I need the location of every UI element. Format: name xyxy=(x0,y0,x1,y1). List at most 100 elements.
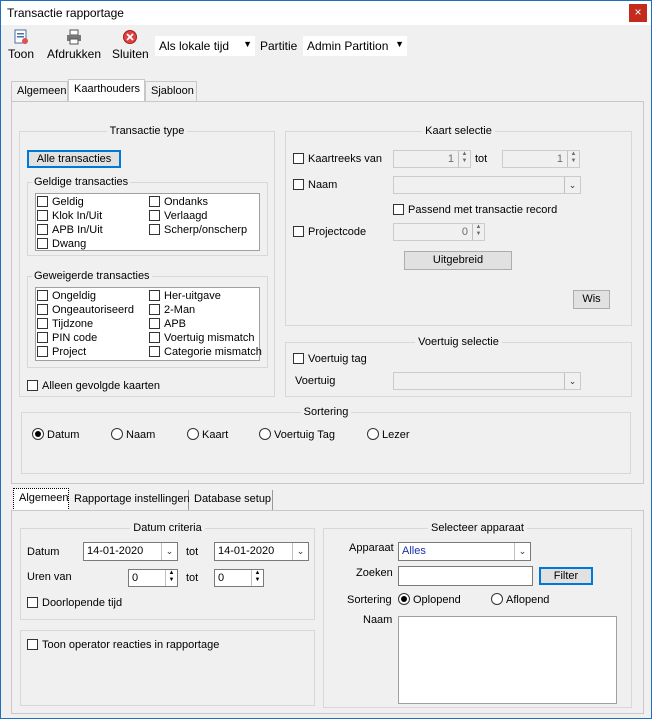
transactie-type-group: Transactie type Alle transacties Geldige… xyxy=(19,125,275,397)
zoeken-input[interactable] xyxy=(398,566,533,586)
cb-her-uitgave[interactable]: Her-uitgave xyxy=(149,290,221,302)
geweigerde-title: Geweigerde transacties xyxy=(32,270,152,282)
tab-sjabloon[interactable]: Sjabloon xyxy=(145,81,197,101)
apparaat-list[interactable] xyxy=(398,616,617,704)
cb-naam[interactable]: Naam xyxy=(293,179,337,191)
tab-algemeen-top[interactable]: Algemeen xyxy=(11,81,68,101)
title-bar: Transactie rapportage × xyxy=(1,1,651,25)
close-button[interactable]: × xyxy=(629,4,647,22)
filter-button[interactable]: Filter xyxy=(539,567,593,585)
kaart-selectie-title: Kaart selectie xyxy=(422,125,495,137)
voertuig-label: Voertuig xyxy=(295,375,336,387)
cb-klok[interactable]: Klok In/Uit xyxy=(37,210,102,222)
cb-categorie-mismatch[interactable]: Categorie mismatch xyxy=(149,346,262,358)
cb-project[interactable]: Project xyxy=(37,346,86,358)
apparaat-sortering-label: Sortering xyxy=(347,594,392,606)
close-icon: × xyxy=(634,5,642,19)
printer-icon xyxy=(67,29,82,45)
radio-naam[interactable]: Naam xyxy=(111,428,155,441)
voertuig-dropdown[interactable]: ⌄ xyxy=(393,372,581,390)
cb-verlaagd[interactable]: Verlaagd xyxy=(149,210,207,222)
sluiten-label: Sluiten xyxy=(112,47,149,61)
calendar-dropdown-icon: ⌄ xyxy=(292,543,308,560)
report-window: Transactie rapportage × Toon Afdrukken S… xyxy=(0,0,652,719)
wis-button[interactable]: Wis xyxy=(573,290,610,309)
cb-alleen-gevolgde[interactable]: Alleen gevolgde kaarten xyxy=(27,380,160,392)
projectcode-input[interactable]: 0 ▲ ▼ xyxy=(393,223,485,241)
tab-database-setup[interactable]: Database setup xyxy=(189,490,273,510)
tab-kaarthouders[interactable]: Kaarthouders xyxy=(68,79,145,102)
cb-ongeldig[interactable]: Ongeldig xyxy=(37,290,96,302)
selecteer-apparaat-group: Selecteer apparaat Apparaat Alles ⌄ Zoeke… xyxy=(323,522,632,708)
radio-aflopend[interactable]: Aflopend xyxy=(491,593,549,606)
apparaat-label: Apparaat xyxy=(349,542,394,554)
voertuig-selectie-title: Voertuig selectie xyxy=(415,336,502,348)
chevron-down-icon: ⌄ xyxy=(514,543,530,560)
geweigerde-list: Ongeldig Ongeautoriseerd Tijdzone PIN co… xyxy=(35,287,262,361)
spinner-icon: ▲ ▼ xyxy=(458,151,470,167)
afdrukken-label: Afdrukken xyxy=(47,47,102,61)
partitie-value: Admin Partition xyxy=(307,39,389,53)
radio-oplopend[interactable]: Oplopend xyxy=(398,593,461,606)
datum-tot-label: tot xyxy=(186,546,199,558)
cb-dwang[interactable]: Dwang xyxy=(37,238,86,250)
sortering-title: Sortering xyxy=(300,406,352,418)
kaartreeks-from[interactable]: 1 ▲ ▼ xyxy=(393,150,471,168)
cb-ondanks[interactable]: Ondanks xyxy=(149,196,208,208)
toon-label: Toon xyxy=(8,47,35,61)
naam-dropdown[interactable]: ⌄ xyxy=(393,176,581,194)
zoeken-label: Zoeken xyxy=(356,567,393,579)
chevron-down-icon: ▼ xyxy=(243,39,252,49)
apparaat-dropdown[interactable]: Alles ⌄ xyxy=(398,542,531,561)
alle-transacties-button[interactable]: Alle transacties xyxy=(27,150,121,168)
cb-projectcode[interactable]: Projectcode xyxy=(293,226,366,238)
cb-scherp[interactable]: Scherp/onscherp xyxy=(149,224,247,236)
radio-kaart[interactable]: Kaart xyxy=(187,428,228,441)
cb-2-man[interactable]: 2-Man xyxy=(149,304,195,316)
radio-lezer[interactable]: Lezer xyxy=(367,428,410,441)
cb-geldig[interactable]: Geldig xyxy=(37,196,84,208)
uren-van-label: Uren van xyxy=(27,571,72,583)
spinner-icon: ▲ ▼ xyxy=(472,224,484,240)
cb-pin-code[interactable]: PIN code xyxy=(37,332,97,344)
datum-label: Datum xyxy=(27,546,60,558)
partitie-dropdown[interactable]: Admin Partition ▼ xyxy=(303,36,407,56)
toon-button[interactable]: Toon xyxy=(8,29,34,61)
cb-passend[interactable]: Passend met transactie record xyxy=(393,204,557,216)
cb-apb[interactable]: APB xyxy=(149,318,186,330)
tab-algemeen-bottom[interactable]: Algemeen xyxy=(13,488,69,511)
cb-apb-inuit[interactable]: APB In/Uit xyxy=(37,224,103,236)
cb-toon-operator[interactable]: Toon operator reacties in rapportage xyxy=(27,639,219,651)
window-title: Transactie rapportage xyxy=(7,6,124,20)
cb-kaartreeks[interactable]: Kaartreeks van xyxy=(293,153,382,165)
uitgebreid-button[interactable]: Uitgebreid xyxy=(404,251,512,270)
uren-from-input[interactable]: 0 ▲ ▼ xyxy=(128,569,178,587)
datum-from-picker[interactable]: 14-01-2020 ⌄ xyxy=(83,542,178,561)
datum-criteria-title: Datum criteria xyxy=(130,522,205,534)
sortering-group: Sortering Datum Naam Kaart Voertuig Tag … xyxy=(21,406,631,474)
afdrukken-button[interactable]: Afdrukken xyxy=(47,29,101,61)
spinner-icon: ▲ ▼ xyxy=(251,570,263,586)
cb-tijdzone[interactable]: Tijdzone xyxy=(37,318,93,330)
time-mode-dropdown[interactable]: Als lokale tijd ▼ xyxy=(155,36,255,56)
cb-voertuig-tag[interactable]: Voertuig tag xyxy=(293,353,367,365)
calendar-dropdown-icon: ⌄ xyxy=(161,543,177,560)
cb-doorlopende-tijd[interactable]: Doorlopende tijd xyxy=(27,597,122,609)
chevron-down-icon: ▼ xyxy=(395,39,404,49)
uren-to-input[interactable]: 0 ▲ ▼ xyxy=(214,569,264,587)
datum-criteria-group: Datum criteria Datum 14-01-2020 ⌄ tot 14-… xyxy=(20,522,315,620)
spinner-icon: ▲ ▼ xyxy=(567,151,579,167)
cb-ongeautoriseerd[interactable]: Ongeautoriseerd xyxy=(37,304,134,316)
tab-rapportage-instellingen[interactable]: Rapportage instellingen xyxy=(69,490,190,510)
cb-voertuig-mismatch[interactable]: Voertuig mismatch xyxy=(149,332,254,344)
apparaat-naam-label: Naam xyxy=(363,614,393,626)
datum-to-picker[interactable]: 14-01-2020 ⌄ xyxy=(214,542,309,561)
geldige-group: Geldige transacties Geldig Klok In/Uit A… xyxy=(27,176,268,256)
radio-voertuig-tag[interactable]: Voertuig Tag xyxy=(259,428,335,441)
radio-datum[interactable]: Datum xyxy=(32,428,79,441)
spinner-icon: ▲ ▼ xyxy=(165,570,177,586)
sluiten-button[interactable]: Sluiten xyxy=(112,29,149,61)
kaartreeks-to[interactable]: 1 ▲ ▼ xyxy=(502,150,580,168)
kaart-selectie-group: Kaart selectie Kaartreeks van 1 ▲ ▼ tot 1 ▲… xyxy=(285,125,632,326)
geweigerde-group: Geweigerde transacties Ongeldig Ongeauto… xyxy=(27,270,268,368)
